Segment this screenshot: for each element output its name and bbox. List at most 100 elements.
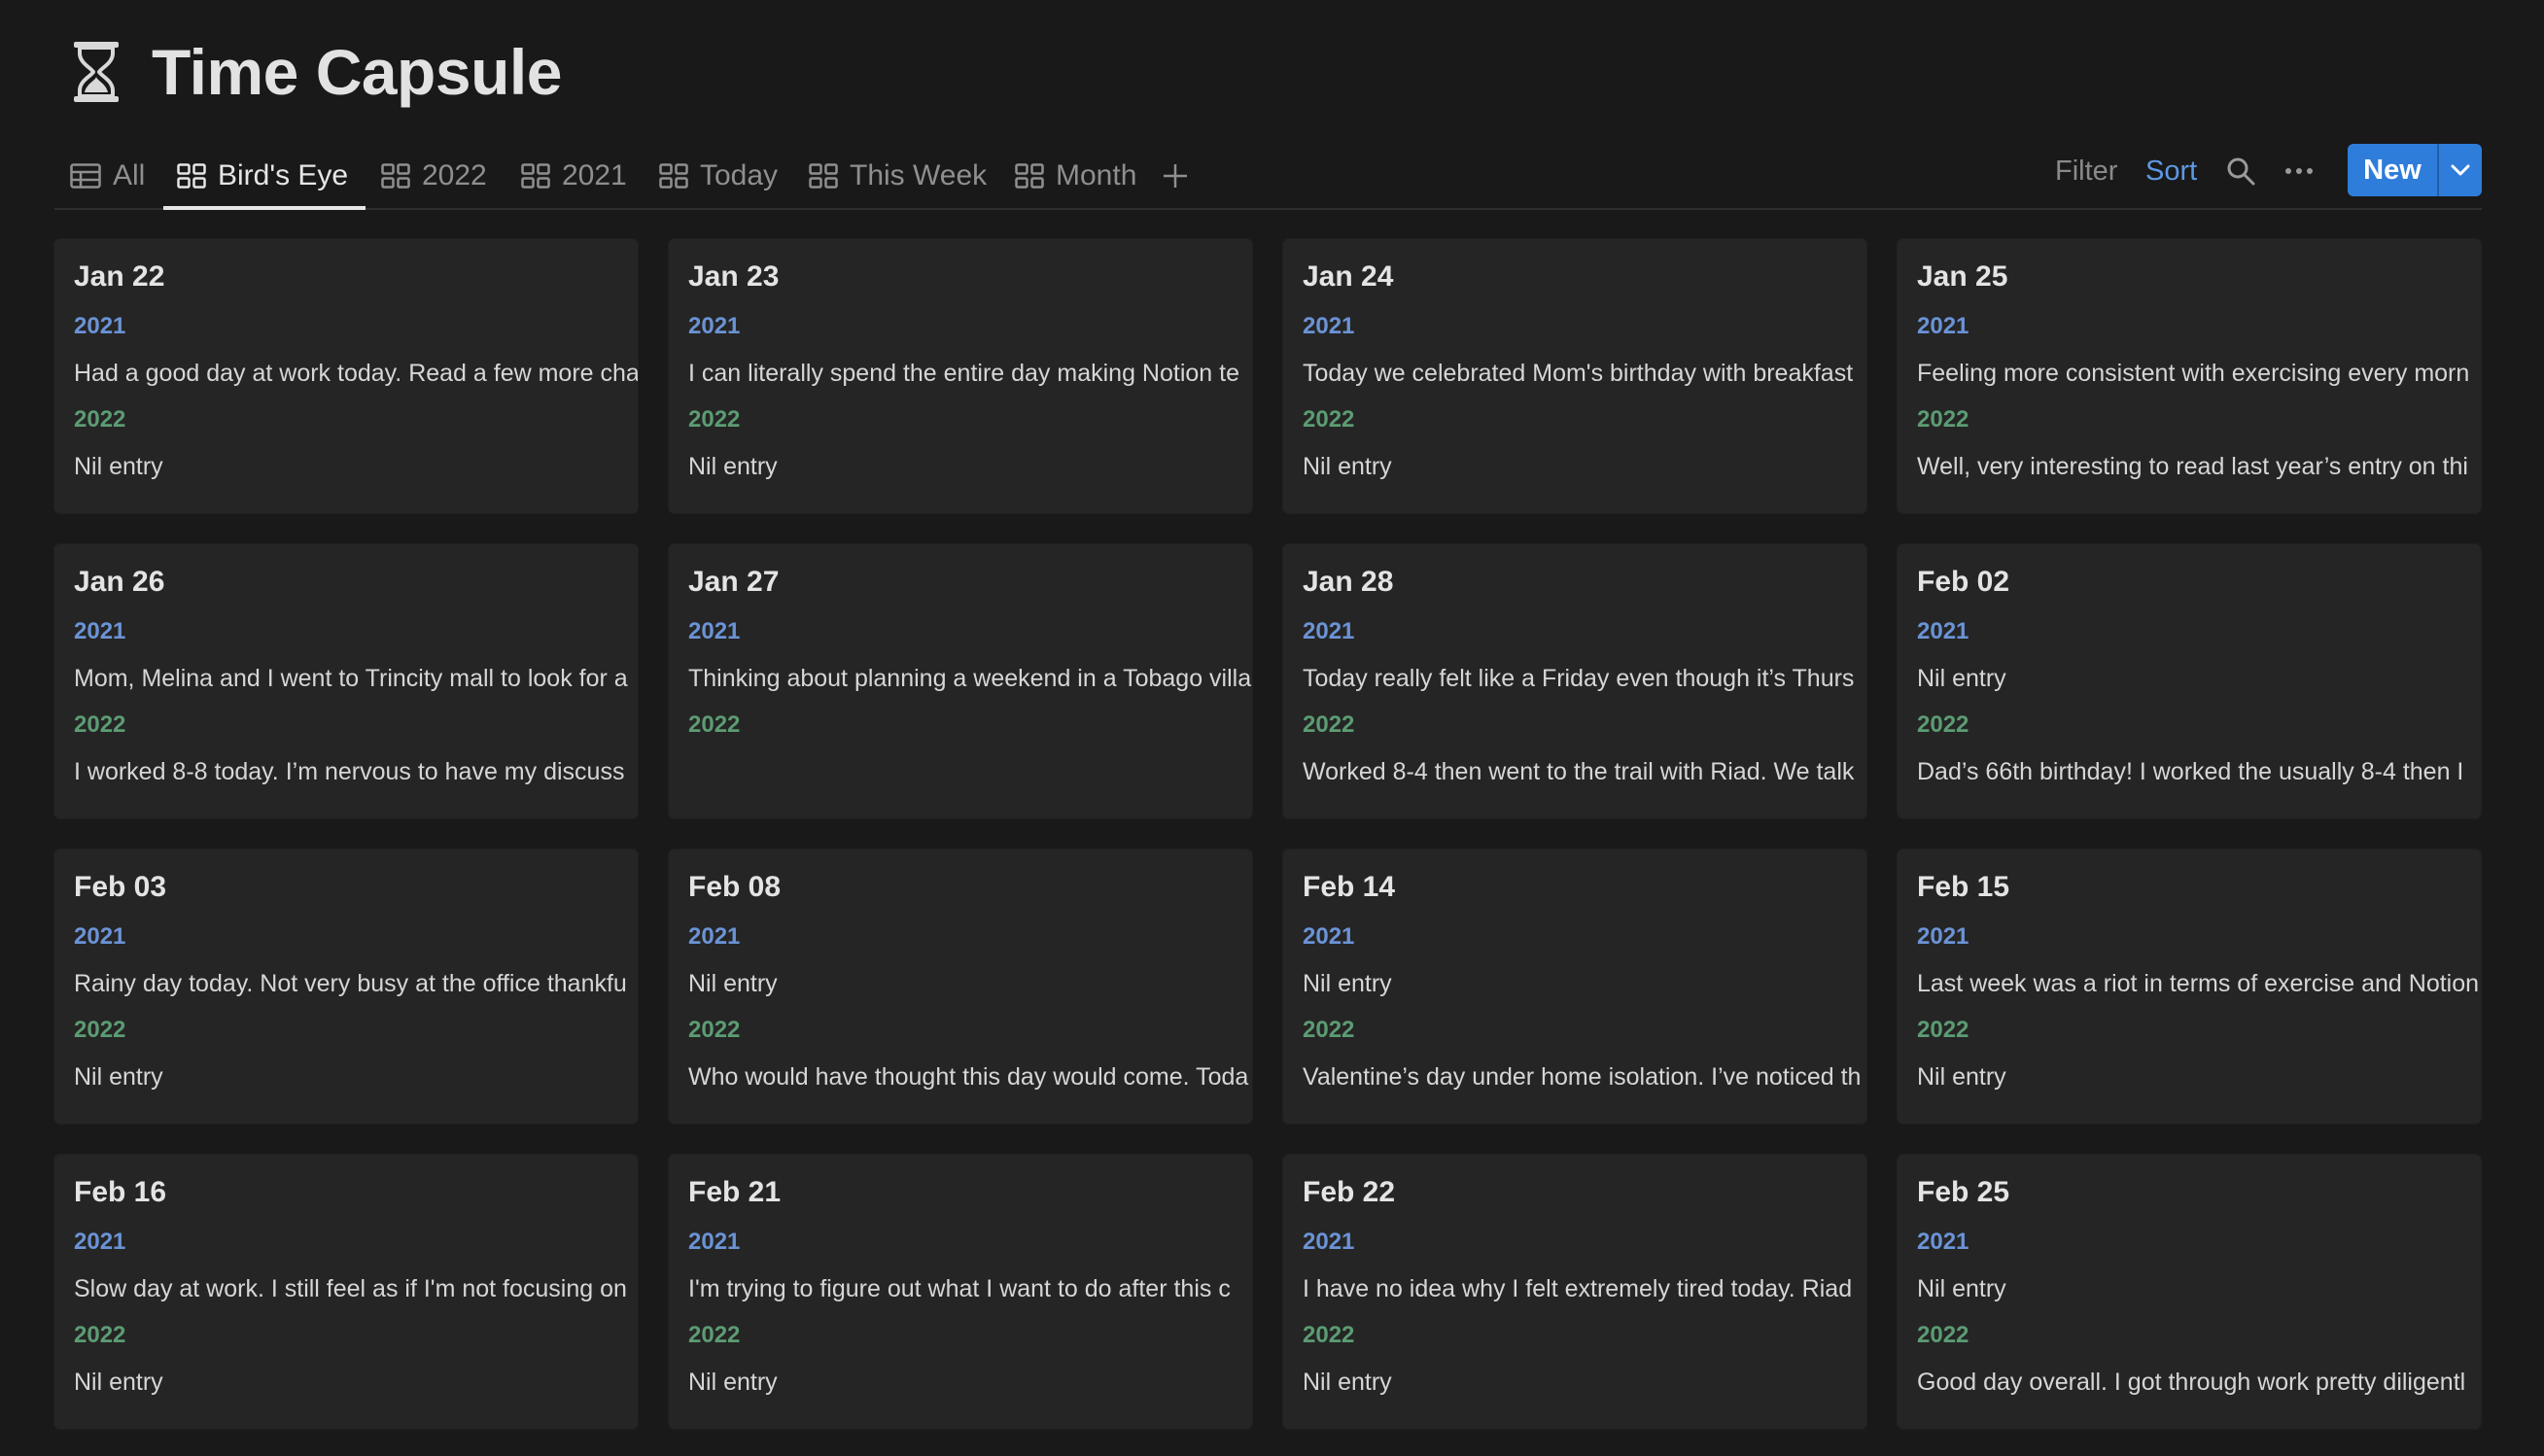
gallery-card[interactable]: Jan 28 2021 Today really felt like a Fri… bbox=[1283, 544, 1866, 818]
chevron-down-icon bbox=[2451, 164, 2470, 176]
entry-2022: Nil entry bbox=[1303, 1369, 1392, 1396]
gallery-icon bbox=[1015, 163, 1044, 189]
gallery-card[interactable]: Jan 22 2021 Had a good day at work today… bbox=[54, 239, 638, 513]
gallery-icon bbox=[177, 163, 206, 189]
year-2021-label: 2021 bbox=[1917, 313, 1969, 339]
card-date: Feb 03 bbox=[74, 871, 167, 903]
entry-2022: Good day overall. I got through work pre… bbox=[1917, 1369, 2466, 1396]
new-options-button[interactable] bbox=[2439, 144, 2482, 196]
card-date: Jan 28 bbox=[1303, 566, 1394, 598]
entry-2022: Nil entry bbox=[74, 1369, 163, 1396]
more-button[interactable] bbox=[2284, 144, 2314, 198]
year-2021-label: 2021 bbox=[688, 923, 741, 950]
tab-month[interactable]: Month bbox=[1015, 144, 1136, 208]
gallery-card[interactable]: Feb 14 2021 Nil entry 2022 Valentine’s d… bbox=[1283, 849, 1866, 1124]
tab-label: 2021 bbox=[562, 159, 627, 191]
year-2021-label: 2021 bbox=[74, 313, 126, 339]
entry-2021: Nil entry bbox=[1917, 665, 2006, 692]
year-2022-label: 2022 bbox=[1303, 1322, 1355, 1348]
entry-2021: Today really felt like a Friday even tho… bbox=[1303, 665, 1855, 692]
entry-2022: Valentine’s day under home isolation. I’… bbox=[1303, 1063, 1862, 1091]
year-2021-label: 2021 bbox=[1303, 618, 1355, 644]
year-2022-label: 2022 bbox=[1303, 1017, 1355, 1043]
year-2022-label: 2022 bbox=[1917, 1017, 1969, 1043]
table-icon bbox=[70, 163, 101, 189]
entry-2021: Nil entry bbox=[1917, 1275, 2006, 1302]
entry-2021: Last week was a riot in terms of exercis… bbox=[1917, 970, 2480, 997]
gallery-card[interactable]: Jan 25 2021 Feeling more consistent with… bbox=[1898, 239, 2481, 513]
tab-2022[interactable]: 2022 bbox=[381, 144, 487, 208]
tab-2021[interactable]: 2021 bbox=[521, 144, 627, 208]
year-2021-label: 2021 bbox=[688, 618, 741, 644]
tab-all[interactable]: All bbox=[70, 144, 145, 208]
new-button-group: New bbox=[2348, 144, 2482, 196]
hourglass-icon bbox=[74, 42, 119, 102]
tab-label: All bbox=[113, 159, 146, 191]
gallery-card[interactable]: Jan 27 2021 Thinking about planning a we… bbox=[669, 544, 1252, 818]
gallery-card[interactable]: Feb 15 2021 Last week was a riot in term… bbox=[1898, 849, 2481, 1124]
card-date: Jan 27 bbox=[688, 566, 780, 598]
gallery-card[interactable]: Feb 16 2021 Slow day at work. I still fe… bbox=[54, 1155, 638, 1429]
entry-2022: Who would have thought this day would co… bbox=[688, 1063, 1249, 1091]
entry-2021: Thinking about planning a weekend in a T… bbox=[688, 665, 1252, 692]
tab-label: This Week bbox=[850, 159, 988, 191]
gallery-icon bbox=[809, 163, 838, 189]
gallery-card[interactable]: Jan 23 2021 I can literally spend the en… bbox=[669, 239, 1252, 513]
year-2022-label: 2022 bbox=[1917, 406, 1969, 433]
gallery-icon bbox=[521, 163, 550, 189]
new-button[interactable]: New bbox=[2348, 144, 2437, 196]
entry-2021: Rainy day today. Not very busy at the of… bbox=[74, 970, 627, 997]
entry-2021: Today we celebrated Mom's birthday with … bbox=[1303, 360, 1854, 387]
card-date: Feb 02 bbox=[1917, 566, 2010, 598]
year-2022-label: 2022 bbox=[1303, 711, 1355, 738]
card-date: Feb 08 bbox=[688, 871, 782, 903]
card-date: Feb 25 bbox=[1917, 1176, 2010, 1208]
year-2021-label: 2021 bbox=[74, 923, 126, 950]
gallery-card[interactable]: Feb 03 2021 Rainy day today. Not very bu… bbox=[54, 849, 638, 1124]
entry-2022: Nil entry bbox=[688, 1369, 778, 1396]
year-2022-label: 2022 bbox=[688, 406, 741, 433]
year-2022-label: 2022 bbox=[74, 1017, 126, 1043]
tab-today[interactable]: Today bbox=[659, 144, 778, 208]
gallery-card[interactable]: Feb 21 2021 I'm trying to figure out wha… bbox=[669, 1155, 1252, 1429]
more-icon bbox=[2285, 168, 2313, 174]
gallery-card[interactable]: Feb 02 2021 Nil entry 2022 Dad’s 66th bi… bbox=[1898, 544, 2481, 818]
year-2021-label: 2021 bbox=[1303, 923, 1355, 950]
year-2021-label: 2021 bbox=[1303, 313, 1355, 339]
gallery-card[interactable]: Feb 08 2021 Nil entry 2022 Who would hav… bbox=[669, 849, 1252, 1124]
year-2022-label: 2022 bbox=[688, 711, 741, 738]
entry-2021: Nil entry bbox=[688, 970, 778, 997]
entry-2022: Well, very interesting to read last year… bbox=[1917, 453, 2468, 480]
year-2022-label: 2022 bbox=[688, 1017, 741, 1043]
filter-button[interactable]: Filter bbox=[2055, 144, 2117, 198]
card-date: Feb 16 bbox=[74, 1176, 167, 1208]
search-button[interactable] bbox=[2226, 144, 2255, 198]
gallery-icon bbox=[381, 163, 410, 189]
card-date: Jan 25 bbox=[1917, 260, 2008, 293]
year-2022-label: 2022 bbox=[1303, 406, 1355, 433]
entry-2022: Nil entry bbox=[74, 453, 163, 480]
gallery-card[interactable]: Jan 26 2021 Mom, Melina and I went to Tr… bbox=[54, 544, 638, 818]
card-date: Feb 21 bbox=[688, 1176, 782, 1208]
card-date: Feb 14 bbox=[1303, 871, 1396, 903]
card-date: Feb 15 bbox=[1917, 871, 2010, 903]
page-header: Time Capsule bbox=[72, 35, 562, 109]
year-2021-label: 2021 bbox=[688, 313, 741, 339]
tab-label: Today bbox=[700, 159, 779, 191]
card-date: Feb 22 bbox=[1303, 1176, 1396, 1208]
year-2022-label: 2022 bbox=[74, 406, 126, 433]
entry-2021: I can literally spend the entire day mak… bbox=[688, 360, 1239, 387]
tab-this-week[interactable]: This Week bbox=[809, 144, 987, 208]
year-2021-label: 2021 bbox=[1917, 618, 1969, 644]
sort-button[interactable]: Sort bbox=[2145, 144, 2197, 198]
card-date: Jan 26 bbox=[74, 566, 165, 598]
tab-birds-eye[interactable]: Bird's Eye bbox=[163, 144, 366, 210]
gallery-card[interactable]: Jan 24 2021 Today we celebrated Mom's bi… bbox=[1283, 239, 1866, 513]
entry-2022: Nil entry bbox=[688, 453, 778, 480]
add-view-button[interactable] bbox=[1163, 144, 1188, 208]
entry-2022: Nil entry bbox=[74, 1063, 163, 1091]
entry-2021: Had a good day at work today. Read a few… bbox=[74, 360, 638, 387]
search-icon bbox=[2227, 157, 2255, 186]
gallery-card[interactable]: Feb 25 2021 Nil entry 2022 Good day over… bbox=[1898, 1155, 2481, 1429]
gallery-card[interactable]: Feb 22 2021 I have no idea why I felt ex… bbox=[1283, 1155, 1866, 1429]
